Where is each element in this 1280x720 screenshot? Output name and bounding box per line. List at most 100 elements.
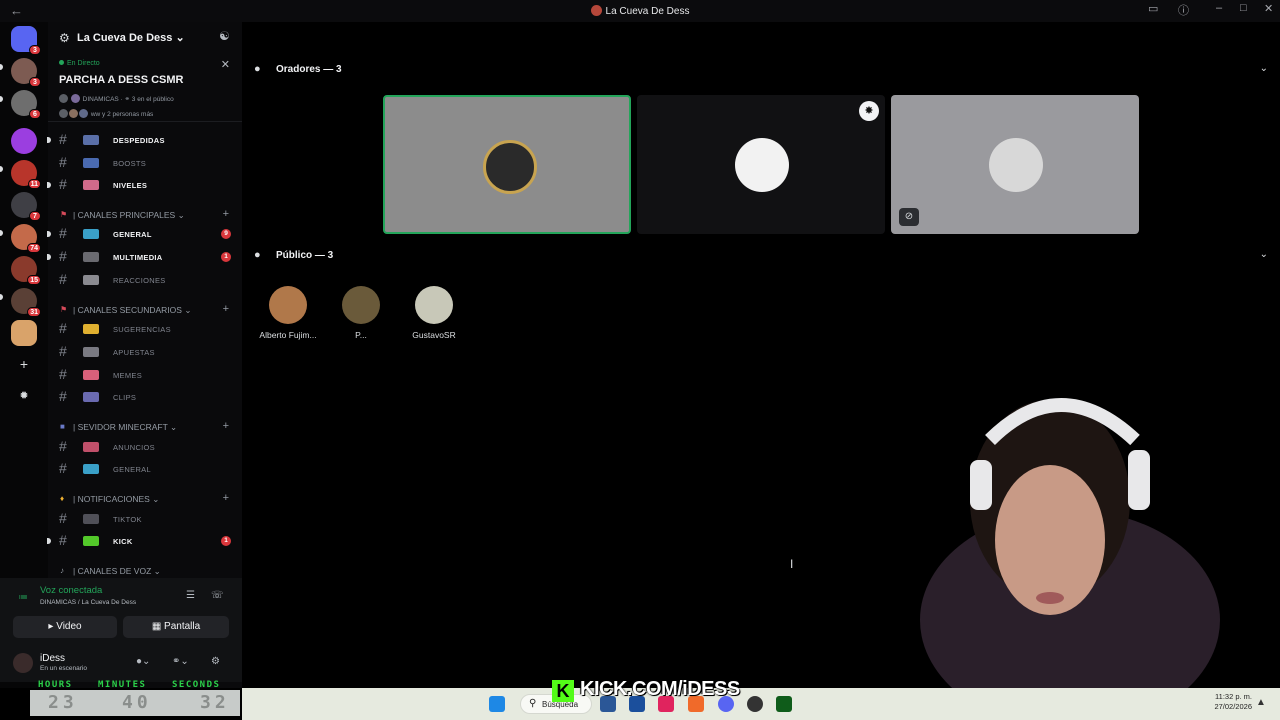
add-channel-icon[interactable]: + (223, 208, 229, 220)
audience-member[interactable]: GustavoSR (399, 286, 469, 340)
channel-apuestas[interactable]: # APUESTAS (48, 342, 242, 362)
channel-reacciones[interactable]: # REACCIONES (48, 270, 242, 290)
channel-emoji-icon (83, 252, 99, 262)
channel-kick[interactable]: # KICK 1 (47, 531, 242, 551)
close-icon[interactable]: ✕ (221, 58, 230, 71)
server-icon-1[interactable]: 3 (11, 58, 41, 87)
channel-tiktok[interactable]: # TIKTOK (48, 509, 242, 529)
chevron-down-icon[interactable]: ⌄ (1260, 63, 1268, 74)
video-button[interactable]: ▸ Video (13, 616, 117, 638)
search-icon: ⚲ (529, 698, 537, 709)
taskbar-clock[interactable]: 11:32 p. m. 27/02/2026 (1206, 692, 1252, 712)
channel-boosts[interactable]: # BOOSTS (48, 153, 242, 173)
server-icon-5[interactable]: 7 (11, 192, 41, 221)
channel-emoji-icon (83, 514, 99, 524)
speaker-tile[interactable]: ✸ (637, 95, 885, 234)
category-canales-secundarios[interactable]: ⚑ | CANALES SECUNDARIOS ⌄ + (48, 302, 242, 318)
server-icon-2[interactable]: 6 (11, 90, 41, 119)
help-icon[interactable]: ⓘ (1178, 2, 1189, 20)
unread-dot (47, 538, 51, 544)
channel-memes[interactable]: # MEMES (48, 365, 242, 385)
user-name[interactable]: iDess (40, 653, 65, 664)
server-badge: 31 (27, 307, 41, 317)
speaker-tile[interactable]: ⊘ (891, 95, 1139, 234)
server-icon-8[interactable]: 31 (11, 288, 41, 317)
unread-pill (0, 64, 3, 70)
audience-member[interactable]: P... (326, 286, 396, 340)
server-icon (590, 5, 602, 16)
category-label: | NOTIFICACIONES ⌄ (73, 494, 160, 504)
speakers-header[interactable]: ● Oradores — 3 ⌄ (242, 60, 1280, 80)
server-badge: 6 (29, 109, 41, 119)
add-server-icon[interactable]: + (16, 356, 32, 372)
channel-label: ANUNCIOS (113, 443, 155, 452)
disconnect-icon[interactable]: ☏ (211, 590, 224, 601)
category-canales-principales[interactable]: ⚑ | CANALES PRINCIPALES ⌄ + (48, 207, 242, 223)
category-notificaciones[interactable]: ♦ | NOTIFICACIONES ⌄ + (48, 491, 242, 507)
kick-url: KICK.COM/iDESS (580, 678, 740, 700)
channel-general-minecraft[interactable]: # GENERAL (48, 459, 242, 479)
noise-suppression-icon[interactable]: ☰ (186, 590, 195, 601)
avatar (59, 109, 68, 118)
minimize-icon[interactable]: – (1216, 2, 1222, 20)
avatar[interactable] (13, 653, 33, 673)
channel-clips[interactable]: # CLIPS (48, 387, 242, 407)
channel-general[interactable]: # GENERAL 9 (47, 224, 242, 244)
audience-member[interactable]: Alberto Fujim... (253, 286, 323, 340)
chevron-down-icon[interactable]: ⌄ (1260, 249, 1268, 260)
notification-icon[interactable]: ▲ (1256, 697, 1266, 708)
channel-emoji-icon (83, 275, 99, 285)
channel-niveles[interactable]: # NIVELES (47, 175, 242, 195)
voice-status[interactable]: Voz conectada (40, 585, 102, 596)
close-window-icon[interactable]: ✕ (1264, 2, 1273, 20)
signal-icon: ≔ (18, 592, 28, 603)
channel-label: BOOSTS (113, 159, 147, 168)
camera-off-icon: ▸ (48, 621, 54, 632)
title-bar: ← La Cueva De Dess ▭ ⓘ – □ ✕ (0, 0, 1280, 22)
inbox-icon[interactable]: ▭ (1148, 2, 1158, 20)
server-badge: 3 (29, 45, 41, 55)
add-channel-icon[interactable]: + (223, 492, 229, 504)
server-header[interactable]: ⚙ La Cueva De Dess ⌄ ☯ (48, 22, 242, 54)
windows-start-icon[interactable] (489, 696, 505, 712)
kick-logo-icon: K (552, 680, 574, 702)
channel-anuncios[interactable]: # ANUNCIOS (48, 437, 242, 457)
channel-sugerencias[interactable]: # SUGERENCIAS (48, 319, 242, 339)
add-channel-icon[interactable]: + (223, 303, 229, 315)
invite-people-icon[interactable]: ☯ (219, 29, 230, 43)
user-settings-icon[interactable]: ⚙ (211, 656, 220, 667)
maximize-icon[interactable]: □ (1240, 2, 1247, 20)
category-canales-de-voz[interactable]: ♪ | CANALES DE VOZ ⌄ (48, 563, 242, 579)
channel-multimedia[interactable]: # MULTIMEDIA 1 (47, 247, 242, 267)
microphone-icon[interactable]: ●⌄ (136, 656, 150, 667)
channel-despedidas[interactable]: # DESPEDIDAS (47, 130, 242, 150)
audience-header[interactable]: ● Público — 3 ⌄ (242, 246, 1280, 266)
direct-messages-icon[interactable]: 3 (11, 26, 41, 55)
server-icon-4[interactable]: 11 (11, 160, 41, 189)
speaker-tile[interactable] (383, 95, 631, 234)
server-icon-6[interactable]: 74 (11, 224, 41, 253)
server-settings-icon: ⚙ (59, 31, 70, 45)
stage-card[interactable]: En Directo ✕ PARCHA A DESS CSMR DINAMICA… (48, 54, 242, 122)
headphones-icon[interactable]: ⚭⌄ (172, 656, 189, 667)
category-sevidor-minecraft[interactable]: ■ | SEVIDOR MINECRAFT ⌄ + (48, 419, 242, 435)
hash-icon: # (59, 510, 67, 526)
video-label: Video (56, 621, 82, 632)
voice-location[interactable]: DINAMICAS / La Cueva De Dess (40, 599, 136, 606)
timer-hours: 23 (48, 692, 78, 713)
server-icon-9[interactable] (11, 320, 37, 346)
server-icon-7[interactable]: 15 (11, 256, 41, 285)
mention-badge: 1 (221, 536, 231, 546)
add-channel-icon[interactable]: + (223, 420, 229, 432)
obs-taskbar-icon[interactable] (747, 696, 763, 712)
explore-icon[interactable]: ✹ (16, 388, 32, 404)
hash-icon: # (59, 460, 67, 476)
server-badge: 74 (27, 243, 41, 253)
channel-emoji-icon (83, 229, 99, 239)
hash-icon: # (59, 366, 67, 382)
taskbar-app-icon[interactable] (776, 696, 792, 712)
screen-share-button[interactable]: ▦ Pantalla (123, 616, 229, 638)
channel-label: APUESTAS (113, 348, 155, 357)
server-icon-3[interactable] (11, 128, 37, 154)
channel-emoji-icon (83, 392, 99, 402)
